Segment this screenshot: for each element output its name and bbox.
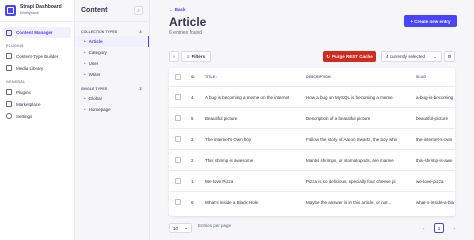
sort-arrow-icon: ↑ [215, 75, 218, 79]
cell-id: 6 [191, 199, 194, 205]
cell-slug: this-shrimp-is-awe [416, 157, 453, 163]
cell-title: What's inside a Black Hole [205, 199, 259, 205]
create-entry-button[interactable]: + Create new entry [404, 15, 457, 27]
nav-item-content-type-builder[interactable]: Content-Type Builder [0, 50, 74, 62]
cm-item-global[interactable]: Global [75, 93, 149, 104]
cell-description: Maybe the answer is in this article, or … [306, 199, 392, 205]
strapi-logo-icon [5, 5, 16, 16]
collection-types-header[interactable]: COLLECTION TYPES 4 [75, 28, 149, 36]
single-types-header[interactable]: SINGLE TYPES 2 [75, 85, 149, 93]
cell-title: We love Pizza [205, 178, 234, 184]
table-row[interactable]: 4 A bug is becoming a meme on the intern… [169, 86, 455, 107]
row-checkbox[interactable] [175, 177, 181, 184]
cell-id: 2 [191, 157, 194, 163]
table-row[interactable]: 3 The internet's Own boy Follow the stor… [169, 128, 455, 149]
cell-id: 5 [191, 115, 194, 121]
table-header-row: ID TITLE ↑ DESCRIPTION SLUG [169, 68, 455, 86]
cm-item-user[interactable]: User [75, 58, 149, 69]
cell-id: 3 [191, 136, 194, 142]
cm-item-category[interactable]: Category [75, 47, 149, 58]
search-button[interactable]: ⌕ [169, 51, 179, 62]
nav-item-marketplace[interactable]: Marketplace [0, 98, 74, 110]
cell-slug: what-s-inside-a-bla [416, 199, 455, 205]
plug-icon [6, 89, 12, 95]
brand-subtitle: Workplace [20, 10, 39, 15]
back-link[interactable]: ← Back [169, 7, 186, 12]
main-content: ← Back Article 6 entries found + Create … [150, 0, 474, 240]
cell-description: Pizza is so delicious, specially four ch… [306, 178, 396, 184]
cm-item-article[interactable]: Article [75, 36, 149, 47]
cell-slug: beautiful-picture [416, 115, 449, 121]
header-slug[interactable]: SLUG [416, 75, 455, 79]
entries-count: 6 entries found [169, 30, 203, 36]
purge-cache-button[interactable]: ↻ Purge REST Cache [323, 51, 376, 62]
chevron-down-icon: ⌄ [184, 225, 188, 230]
collection-count-badge: 4 [138, 30, 143, 34]
row-checkbox[interactable] [175, 93, 181, 100]
next-page-icon[interactable]: › [454, 226, 456, 231]
table-row[interactable]: 5 Beautiful picture Description of a bea… [169, 107, 455, 128]
cell-title: A bug is becoming a meme on the internet [205, 94, 290, 100]
select-all-checkbox[interactable] [175, 73, 181, 80]
cell-description: How a bug on MySQL is becoming a meme [306, 94, 393, 100]
cell-description: Follow the story of Aaron Swartz, the bo… [306, 136, 398, 142]
refresh-icon: ↻ [326, 53, 330, 59]
filters-button[interactable]: ≡ Filters [181, 51, 211, 62]
search-icon: ⌕ [172, 54, 176, 59]
search-icon[interactable]: ⌕ [134, 6, 143, 15]
single-count-badge: 2 [138, 87, 143, 91]
content-title: Content [81, 7, 108, 14]
cell-id: 1 [191, 178, 194, 184]
content-manager-icon [6, 29, 12, 36]
chevron-down-icon: ⌄ [433, 53, 437, 59]
row-checkbox[interactable] [175, 198, 181, 205]
image-icon [6, 65, 12, 71]
shopping-cart-icon [6, 101, 12, 107]
header-id[interactable]: ID [191, 75, 205, 79]
nav-item-content-manager[interactable]: Content Manager [3, 27, 71, 38]
page-title: Article [169, 15, 207, 29]
previous-page-icon[interactable]: ‹ [423, 226, 425, 231]
cell-description: Description of a beautiful picture [306, 115, 371, 121]
cell-title: This shrimp is awesome [205, 157, 254, 163]
cell-slug: a-bug-is-becoming [416, 94, 454, 100]
cell-title: The internet's Own boy [205, 136, 252, 142]
main-navigation: Strapi Dashboard Workplace Content Manag… [0, 0, 75, 240]
table-row[interactable]: 2 This shrimp is awesome Mantis shrimps,… [169, 149, 455, 170]
row-checkbox[interactable] [175, 156, 181, 163]
filter-icon: ≡ [186, 54, 190, 59]
content-manager-sidebar: Content ⌕ COLLECTION TYPES 4 Article Cat… [75, 0, 150, 240]
current-page-button[interactable]: 1 [434, 223, 444, 233]
cell-description: Mantis shrimps, or stomatopods, are mari… [306, 157, 394, 163]
cm-item-homepage[interactable]: Homepage [75, 104, 149, 115]
nav-item-media-library[interactable]: Media Library [0, 62, 74, 74]
selected-dropdown[interactable]: 4 currently selected ⌄ [381, 51, 442, 62]
nav-item-settings[interactable]: Settings [0, 110, 74, 122]
header-description[interactable]: DESCRIPTION [306, 75, 416, 79]
table-row[interactable]: 6 What's inside a Black Hole Maybe the a… [169, 191, 455, 212]
row-checkbox[interactable] [175, 135, 181, 142]
cell-id: 4 [191, 94, 194, 100]
cell-title: Beautiful picture [205, 115, 238, 121]
cell-slug: the-internet-s-own [416, 136, 453, 142]
nav-item-plugins[interactable]: Plugins [0, 86, 74, 98]
puzzle-icon [6, 53, 12, 59]
per-page-label: Entries per page [198, 223, 232, 228]
pagination: ‹ 1 › [423, 223, 455, 233]
cm-item-writer[interactable]: Writer [75, 69, 149, 80]
gear-icon [6, 113, 12, 119]
entries-table: ID TITLE ↑ DESCRIPTION SLUG 4 A bug is b… [169, 68, 455, 216]
table-row[interactable]: 1 We love Pizza Pizza is so delicious, s… [169, 170, 455, 191]
settings-button[interactable]: ⚙ [444, 51, 455, 62]
per-page-select[interactable]: 10 ⌄ [169, 223, 192, 233]
row-checkbox[interactable] [175, 114, 181, 121]
brand: Strapi Dashboard Workplace [0, 0, 74, 22]
cell-slug: we-love-pizza [416, 178, 444, 184]
gear-icon: ⚙ [447, 53, 452, 59]
header-title[interactable]: TITLE ↑ [205, 75, 306, 79]
